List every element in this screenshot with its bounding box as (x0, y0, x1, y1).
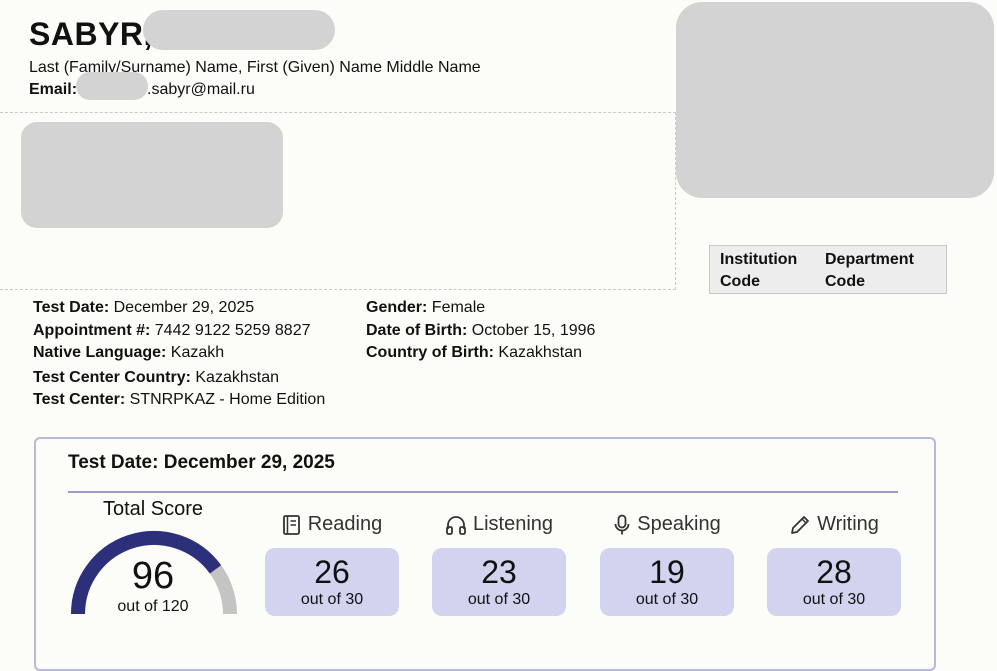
reading-score-box: 26 out of 30 (265, 548, 399, 616)
info-test-date: Test Date: December 29, 2025 (33, 299, 255, 316)
reading-score: 26 (314, 554, 350, 590)
info-left: Test Date: December 29, 2025 Appointment… (33, 297, 325, 412)
section-label-reading: Reading (265, 513, 399, 536)
listening-score-box: 23 out of 30 (432, 548, 566, 616)
redacted-email-part (76, 72, 148, 100)
institution-code-header: Institution Code (710, 246, 815, 293)
department-label: Department (825, 251, 914, 268)
institution-code-label: Code (720, 273, 760, 290)
candidate-name: SABYR, (29, 16, 153, 53)
listening-score: 23 (481, 554, 517, 590)
institution-label: Institution (720, 251, 798, 268)
info-country-of-birth: Country of Birth: Kazakhstan (366, 344, 583, 361)
info-native-language: Native Language: Kazakh (33, 344, 225, 361)
reading-out-of: out of 30 (300, 591, 364, 608)
info-test-center: Test Center: STNRPKAZ - Home Edition (33, 391, 326, 408)
email-value: .sabyr@mail.ru (147, 81, 255, 98)
writing-label: Writing (817, 513, 879, 535)
writing-score-box: 28 out of 30 (767, 548, 901, 616)
score-card-divider (68, 491, 898, 493)
speaking-score: 19 (649, 554, 685, 590)
total-score-label: Total Score (102, 498, 204, 520)
email-label: Email: (29, 81, 78, 98)
section-label-writing: Writing (767, 513, 901, 536)
microphone-icon (614, 514, 630, 534)
writing-out-of: out of 30 (802, 591, 866, 608)
institution-code-table: Institution Code Department Code (709, 245, 947, 294)
total-score-out-of: out of 120 (117, 598, 189, 615)
score-card-title: Test Date: December 29, 2025 (68, 452, 335, 473)
redacted-address (21, 122, 283, 228)
redacted-given-name (143, 10, 335, 50)
surname: SABYR, (29, 16, 153, 52)
pencil-icon (791, 515, 809, 534)
section-label-speaking: Speaking (600, 513, 734, 536)
info-right: Gender: Female Date of Birth: October 15… (366, 297, 595, 365)
writing-score: 28 (816, 554, 852, 590)
info-gender: Gender: Female (366, 299, 486, 316)
redacted-photo (676, 2, 994, 198)
info-appointment: Appointment #: 7442 9122 5259 8827 (33, 321, 311, 339)
listening-label: Listening (472, 513, 554, 535)
speaking-label: Speaking (637, 513, 721, 535)
speaking-out-of: out of 30 (635, 591, 699, 608)
department-code-label: Code (825, 273, 865, 290)
section-label-listening: Listening (432, 513, 566, 536)
info-date-of-birth: Date of Birth: October 15, 1996 (366, 321, 596, 339)
info-test-center-country: Test Center Country: Kazakhstan (33, 368, 279, 386)
book-icon (282, 514, 300, 535)
total-score-value: 96 (131, 555, 175, 597)
speaking-score-box: 19 out of 30 (600, 548, 734, 616)
headphones-icon (446, 515, 466, 535)
listening-out-of: out of 30 (467, 591, 531, 608)
department-code-header: Department Code (815, 246, 914, 293)
reading-label: Reading (307, 513, 383, 535)
